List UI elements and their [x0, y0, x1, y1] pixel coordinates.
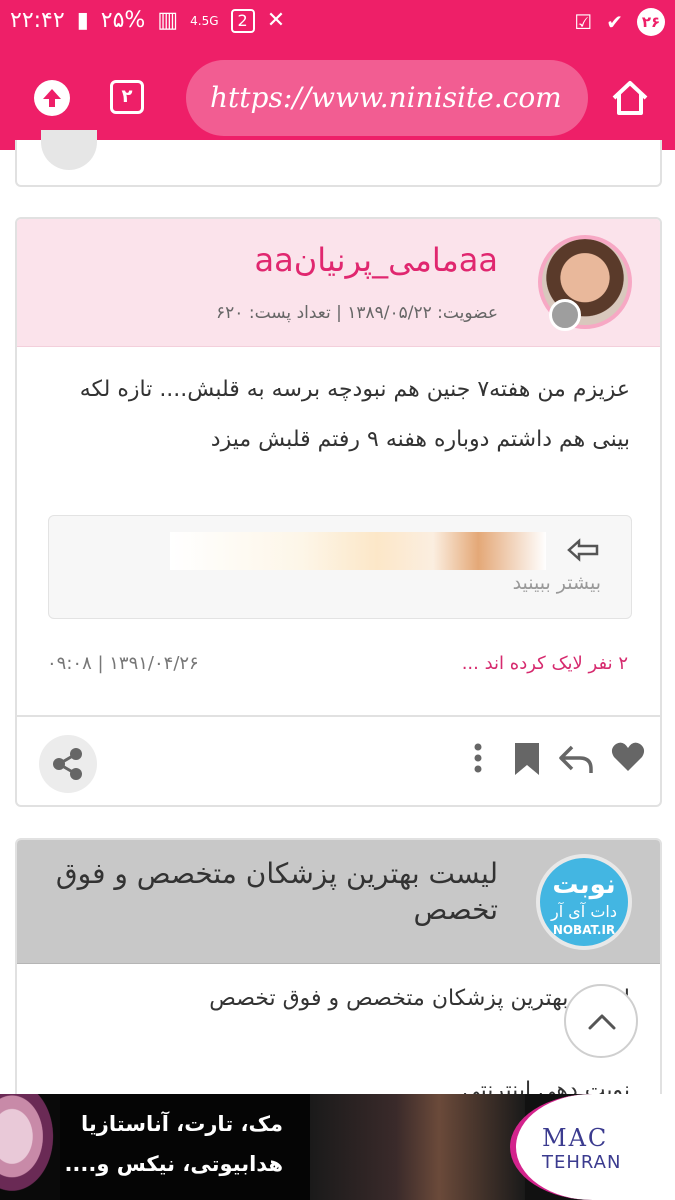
- link-icon: [567, 538, 601, 567]
- member-info: عضویت: ۱۳۸۹/۰۵/۲۲ | تعداد پست: ۶۲۰: [216, 303, 498, 323]
- like-heart-icon[interactable]: [611, 741, 645, 777]
- post-body: عزیزم من هفته۷ جنین هم نبودچه برسه به قل…: [79, 377, 630, 452]
- upload-icon[interactable]: [34, 80, 70, 116]
- share-button[interactable]: [39, 735, 97, 793]
- network-type: 4.5G: [190, 13, 219, 28]
- more-options-icon[interactable]: [472, 741, 484, 781]
- banner-products-image: [310, 1094, 525, 1200]
- likes-count[interactable]: ۲ نفر لایک کرده اند ...: [462, 653, 628, 674]
- ad-logo-line1: نوبت: [552, 870, 616, 900]
- post-card: aaمامی_پرنیانaa عضویت: ۱۳۸۹/۰۵/۲۲ | تعدا…: [15, 217, 662, 807]
- preview-image: [170, 532, 546, 570]
- reply-icon[interactable]: [558, 741, 594, 781]
- banner-logo: MAC: [542, 1124, 609, 1152]
- status-left: ۲۲:۴۲ ▮ ۲۵% ▥ 4.5G 2 ✕: [10, 8, 285, 33]
- ad-title[interactable]: لیست بهترین پزشکان متخصص و فوق تخصص: [38, 856, 498, 928]
- post-header: aaمامی_پرنیانaa عضویت: ۱۳۸۹/۰۵/۲۲ | تعدا…: [17, 219, 660, 347]
- ad-logo-line2: دات آی آر: [551, 902, 617, 921]
- download-done-icon: ✔: [606, 10, 623, 34]
- status-right: ☑ ✔ ۲۶: [574, 8, 665, 36]
- battery-level: ۲۵%: [100, 8, 146, 33]
- action-divider: [17, 715, 660, 717]
- notification-badge: ۲۶: [637, 8, 665, 36]
- ad-logo-line3: NOBAT.IR: [552, 923, 616, 937]
- post-username[interactable]: aaمامی_پرنیانaa: [254, 241, 498, 279]
- signal-icon: ▥: [157, 8, 179, 33]
- banner-logo-sub: TEHRAN: [542, 1152, 622, 1173]
- status-bar: ۲۲:۴۲ ▮ ۲۵% ▥ 4.5G 2 ✕ ☑ ✔ ۲۶: [0, 0, 675, 46]
- status-time: ۲۲:۴۲: [10, 8, 65, 33]
- see-more-link[interactable]: بیشتر ببینید: [513, 572, 601, 594]
- chevron-up-icon: [588, 1014, 616, 1030]
- banner-line2: هدابیوتی، نیکس و....: [64, 1152, 283, 1176]
- sim-badge: 2: [230, 8, 255, 33]
- link-preview[interactable]: بیشتر ببینید: [48, 515, 632, 619]
- post-date: ۰۹:۰۸ | ۱۳۹۱/۰۴/۲۶: [47, 653, 199, 674]
- bookmark-icon[interactable]: [513, 741, 541, 781]
- tab-switcher-button[interactable]: ۲: [110, 80, 144, 114]
- share-button-partial[interactable]: [41, 130, 97, 170]
- clipboard-icon: ☑: [574, 10, 593, 34]
- banner-model-image: [0, 1094, 60, 1200]
- scroll-top-button[interactable]: [564, 984, 638, 1058]
- ad-header: نوبت دات آی آر NOBAT.IR لیست بهترین پزشک…: [17, 840, 660, 964]
- online-status-dot: [549, 299, 581, 331]
- browser-toolbar: ۲ https://www.ninisite.com: [0, 46, 675, 150]
- ad-card[interactable]: نوبت دات آی آر NOBAT.IR لیست بهترین پزشک…: [15, 838, 662, 1100]
- battery-icon: ▮: [76, 8, 89, 33]
- previous-post-card: [15, 130, 662, 187]
- banner-line1: مک، تارت، آناستازیا: [81, 1112, 283, 1136]
- home-icon[interactable]: [610, 78, 650, 122]
- share-icon: [53, 748, 82, 780]
- banner-ad[interactable]: مک، تارت، آناستازیا هدابیوتی، نیکس و....…: [0, 1094, 675, 1200]
- url-input[interactable]: https://www.ninisite.com: [186, 60, 588, 136]
- mute-icon: ✕: [266, 8, 286, 33]
- ad-logo: نوبت دات آی آر NOBAT.IR: [536, 854, 632, 950]
